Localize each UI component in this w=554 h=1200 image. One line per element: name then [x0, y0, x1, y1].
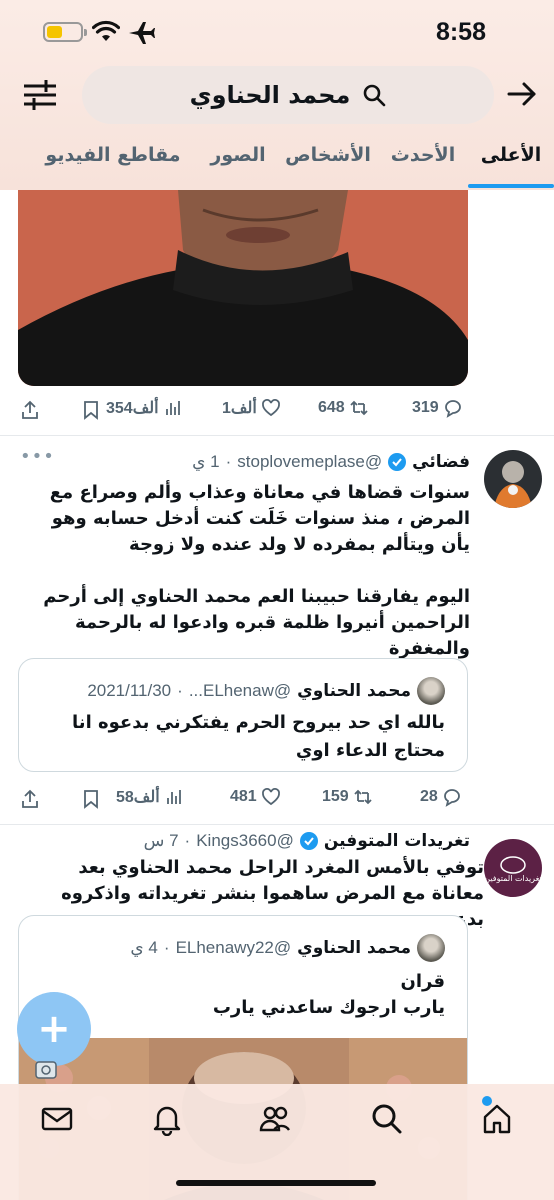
battery-icon	[43, 22, 87, 42]
author-handle[interactable]: @Kings3660	[196, 831, 294, 851]
tweet-header: فضائي @stoplovemeplase · 1 ي	[192, 452, 470, 472]
status-bar: 8:58	[0, 0, 554, 62]
views-icon	[165, 401, 180, 415]
avatar[interactable]	[484, 450, 542, 508]
reply-icon	[443, 789, 460, 807]
quoted-author-name: محمد الحناوي	[297, 938, 411, 958]
tweet-text: اليوم يفارقنا حبيبنا العم محمد الحناوي إ…	[43, 586, 470, 659]
wifi-icon	[92, 20, 120, 41]
explore-search-icon[interactable]	[370, 1102, 404, 1136]
like-button[interactable]: 481	[230, 787, 281, 807]
like-button[interactable]: 1ألف	[222, 398, 281, 418]
tweet-actions: 28 159 481 58ألف	[0, 781, 554, 821]
messages-icon[interactable]	[40, 1102, 74, 1136]
quoted-author-name: محمد الحناوي	[297, 681, 411, 701]
retweet-button[interactable]: 159	[322, 787, 373, 807]
more-options-icon[interactable]: •••	[20, 446, 55, 467]
tweet-actions: 319 648 1ألف 354ألف	[0, 392, 554, 432]
search-query: محمد الحناوي	[189, 81, 351, 109]
retweet-button[interactable]: 648	[318, 398, 369, 418]
author-handle[interactable]: @stoplovemeplase	[237, 452, 382, 472]
tab-people[interactable]: الأشخاص	[278, 132, 378, 188]
top-chrome: 8:58 محمد الحناوي الأعلى الأحدث الأشخاص …	[0, 0, 554, 190]
quoted-tweet-header: محمد الحناوي @ELhenaw... · 2021/11/30	[87, 677, 445, 705]
author-name[interactable]: تغريدات المتوفين	[324, 831, 470, 851]
avatar-logo-text: تغريدات المتوفين	[484, 874, 541, 883]
heart-icon	[261, 788, 280, 806]
tweet-time: 7 س	[143, 831, 179, 850]
compose-tweet-button[interactable]: +	[17, 992, 91, 1066]
views-button[interactable]: 58ألف	[116, 787, 184, 807]
reply-icon	[444, 400, 461, 418]
notifications-icon[interactable]	[150, 1102, 184, 1136]
retweet-icon	[350, 400, 368, 416]
plus-icon: +	[37, 1006, 71, 1052]
quoted-tweet-text: بالله اي حد بيروح الحرم يفتكرني بدعوه ان…	[72, 712, 445, 761]
avatar	[417, 677, 445, 705]
tweet-text: سنوات قضاها في معاناة وعذاب وألم وصراع م…	[49, 482, 470, 555]
reply-button[interactable]: 28	[420, 787, 462, 807]
tweet-card[interactable]: فضائي @stoplovemeplase · 1 ي ••• سنوات ق…	[0, 436, 554, 816]
tab-latest[interactable]: الأحدث	[378, 132, 468, 188]
tweet-media-photo[interactable]	[18, 190, 468, 386]
home-indicator-bar	[176, 1180, 376, 1186]
avatar[interactable]: تغريدات المتوفين	[484, 839, 542, 897]
author-name[interactable]: فضائي	[412, 452, 470, 472]
bookmark-icon[interactable]	[82, 400, 100, 420]
bottom-navigation	[0, 1084, 554, 1200]
search-row: محمد الحناوي	[0, 62, 554, 128]
tab-photos[interactable]: الصور	[198, 132, 278, 188]
retweet-icon	[354, 789, 372, 805]
verified-badge-icon	[388, 453, 407, 471]
bookmark-icon[interactable]	[82, 789, 100, 809]
reply-button[interactable]: 319	[412, 398, 463, 418]
quoted-tweet-text: يارب ارجوك ساعدني يارب	[212, 997, 445, 1018]
search-input[interactable]: محمد الحناوي	[82, 66, 494, 124]
search-tabs: الأعلى الأحدث الأشخاص الصور مقاطع الفيدي…	[0, 132, 554, 188]
quoted-tweet[interactable]: محمد الحناوي @ELhenaw... · 2021/11/30 با…	[18, 658, 468, 772]
communities-icon[interactable]	[258, 1102, 292, 1136]
filter-settings-icon[interactable]	[22, 78, 58, 112]
verified-badge-icon	[299, 832, 318, 850]
tweet-header: تغريدات المتوفين @Kings3660 · 7 س	[143, 831, 470, 851]
quoted-tweet-time: 4 ي	[130, 938, 158, 957]
clock: 8:58	[435, 18, 486, 46]
home-icon[interactable]	[480, 1102, 514, 1136]
tab-videos[interactable]: مقاطع الفيديو	[28, 132, 198, 188]
media-icon[interactable]	[34, 1058, 58, 1082]
views-button[interactable]: 354ألف	[106, 398, 183, 418]
avatar	[417, 934, 445, 962]
heart-icon	[261, 399, 280, 417]
quoted-tweet-text: قران	[400, 971, 445, 992]
quoted-author-handle: @ELhenawy22	[175, 938, 292, 957]
home-notification-dot	[482, 1096, 492, 1106]
tweet-time: 1 ي	[192, 452, 220, 471]
quoted-tweet-date: 2021/11/30	[87, 681, 172, 700]
views-icon	[166, 790, 181, 804]
back-arrow-icon[interactable]	[506, 78, 538, 110]
quoted-tweet-header: محمد الحناوي @ELhenawy22 · 4 ي	[130, 934, 445, 962]
airplane-mode-icon	[129, 22, 155, 44]
share-icon[interactable]	[20, 789, 40, 809]
search-icon	[364, 84, 386, 107]
tab-top[interactable]: الأعلى	[468, 132, 554, 188]
quoted-author-handle: @ELhenaw...	[188, 681, 292, 700]
share-icon[interactable]	[20, 400, 40, 420]
